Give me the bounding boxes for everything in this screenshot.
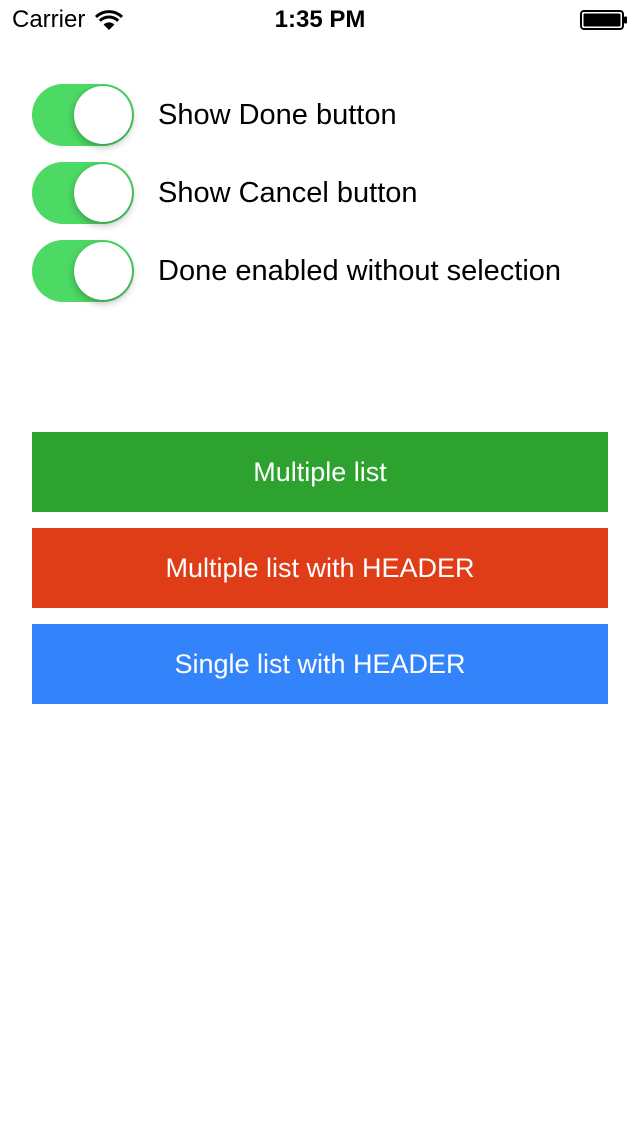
settings-toggle-list: Show Done button Show Cancel button Done… [32, 84, 608, 318]
toggle-row-show-done: Show Done button [32, 84, 608, 146]
action-button-list: Multiple list Multiple list with HEADER … [32, 432, 608, 720]
switch-knob [74, 86, 132, 144]
single-list-header-button[interactable]: Single list with HEADER [32, 624, 608, 704]
switch-knob [74, 164, 132, 222]
status-time: 1:35 PM [274, 6, 366, 33]
show-done-label: Show Done button [158, 99, 397, 131]
app-screen: Carrier 1:35 PM Show Done button Show Ca… [0, 0, 640, 1136]
done-enabled-switch[interactable] [32, 240, 134, 302]
multiple-list-button[interactable]: Multiple list [32, 432, 608, 512]
status-bar: Carrier 1:35 PM [0, 0, 640, 40]
multiple-list-header-button[interactable]: Multiple list with HEADER [32, 528, 608, 608]
toggle-row-show-cancel: Show Cancel button [32, 162, 608, 224]
switch-knob [74, 242, 132, 300]
done-enabled-label: Done enabled without selection [158, 255, 562, 287]
show-cancel-label: Show Cancel button [158, 177, 418, 209]
show-cancel-switch[interactable] [32, 162, 134, 224]
battery-full-icon [580, 10, 627, 30]
toggle-row-done-enabled: Done enabled without selection [32, 240, 608, 302]
show-done-switch[interactable] [32, 84, 134, 146]
